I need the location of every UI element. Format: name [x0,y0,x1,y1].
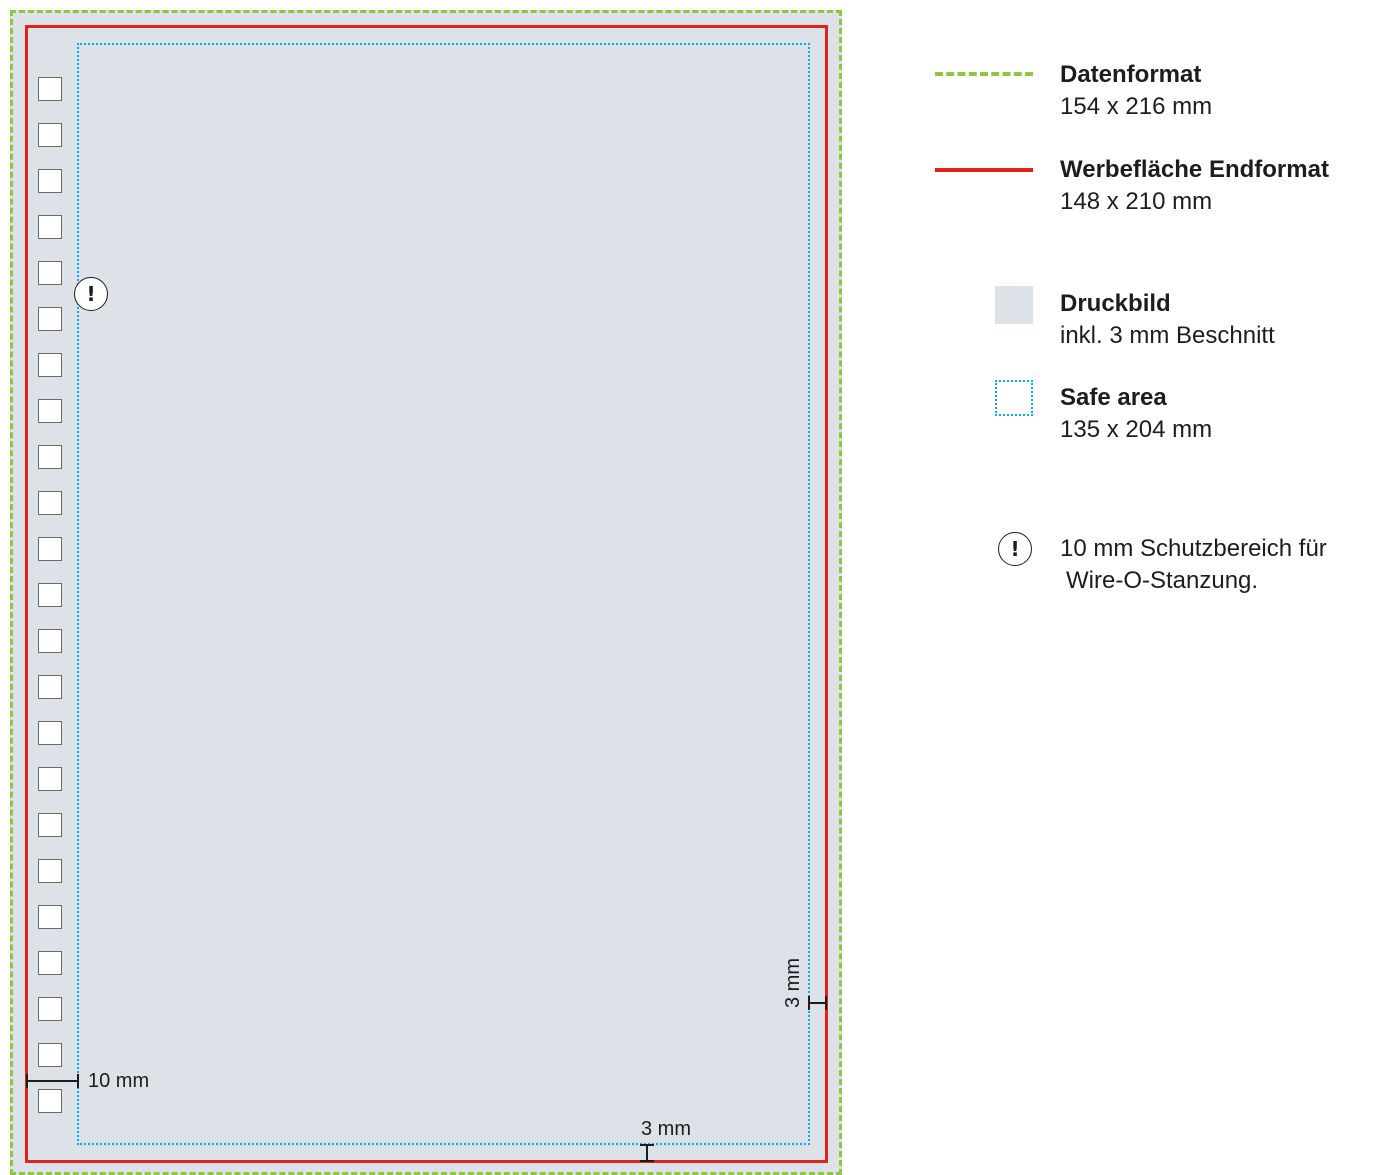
punch-hole [38,629,62,653]
legend-safe-area: Safe area 135 x 204 mm [1060,382,1212,446]
punch-hole [38,997,62,1021]
punch-hole [38,951,62,975]
punch-hole [38,1089,62,1113]
punch-hole [38,353,62,377]
punch-hole [38,675,62,699]
punch-hole [38,307,62,331]
legend-trim: Werbefläche Endformat 148 x 210 mm [1060,154,1329,218]
punch-hole [38,261,62,285]
legend-data-format-size: 154 x 216 mm [1060,93,1213,120]
safe-area-border [77,43,810,1145]
legend-trim-size: 148 x 210 mm [1060,188,1213,215]
legend-print-image-title: Druckbild [1060,290,1171,317]
data-format-swatch [935,72,1033,76]
legend-safe-area-size: 135 x 204 mm [1060,416,1213,443]
exclamation-circle-icon: ! [74,277,108,311]
legend-print-image: Druckbild inkl. 3 mm Beschnitt [1060,288,1275,352]
punch-hole [38,445,62,469]
punch-hole [38,583,62,607]
punch-hole [38,77,62,101]
punch-hole [38,123,62,147]
left-margin-label: 10 mm [88,1070,150,1092]
punch-hole [38,537,62,561]
punch-hole [38,859,62,883]
legend-warning: 10 mm Schutzbereich für Wire-O-Stanzung. [1060,533,1327,597]
legend-trim-title: Werbefläche Endformat [1060,156,1329,183]
punch-hole [38,813,62,837]
legend-data-format: Datenformat 154 x 216 mm [1060,59,1212,123]
legend-warning-line1: 10 mm Schutzbereich für [1060,535,1327,562]
punch-hole [38,905,62,929]
legend-print-image-note: inkl. 3 mm Beschnitt [1060,322,1275,349]
punch-hole [38,767,62,791]
safe-area-swatch [995,380,1033,416]
legend-safe-area-title: Safe area [1060,384,1167,411]
punch-hole [38,215,62,239]
punch-hole [38,169,62,193]
trim-swatch [935,168,1033,172]
warning-glyph: ! [86,282,96,306]
bottom-margin-label: 3 mm [641,1118,691,1140]
legend-warning-glyph: ! [1010,537,1020,561]
legend-data-format-title: Datenformat [1060,61,1202,88]
exclamation-circle-icon: ! [998,532,1032,566]
punch-hole [38,491,62,515]
print-image-swatch [995,286,1033,324]
punch-hole [38,399,62,423]
legend-warning-line2: Wire-O-Stanzung. [1066,567,1259,594]
punch-hole [38,721,62,745]
wire-o-punch-holes [38,77,64,1117]
right-margin-label: 3 mm [782,958,804,1008]
punch-hole [38,1043,62,1067]
